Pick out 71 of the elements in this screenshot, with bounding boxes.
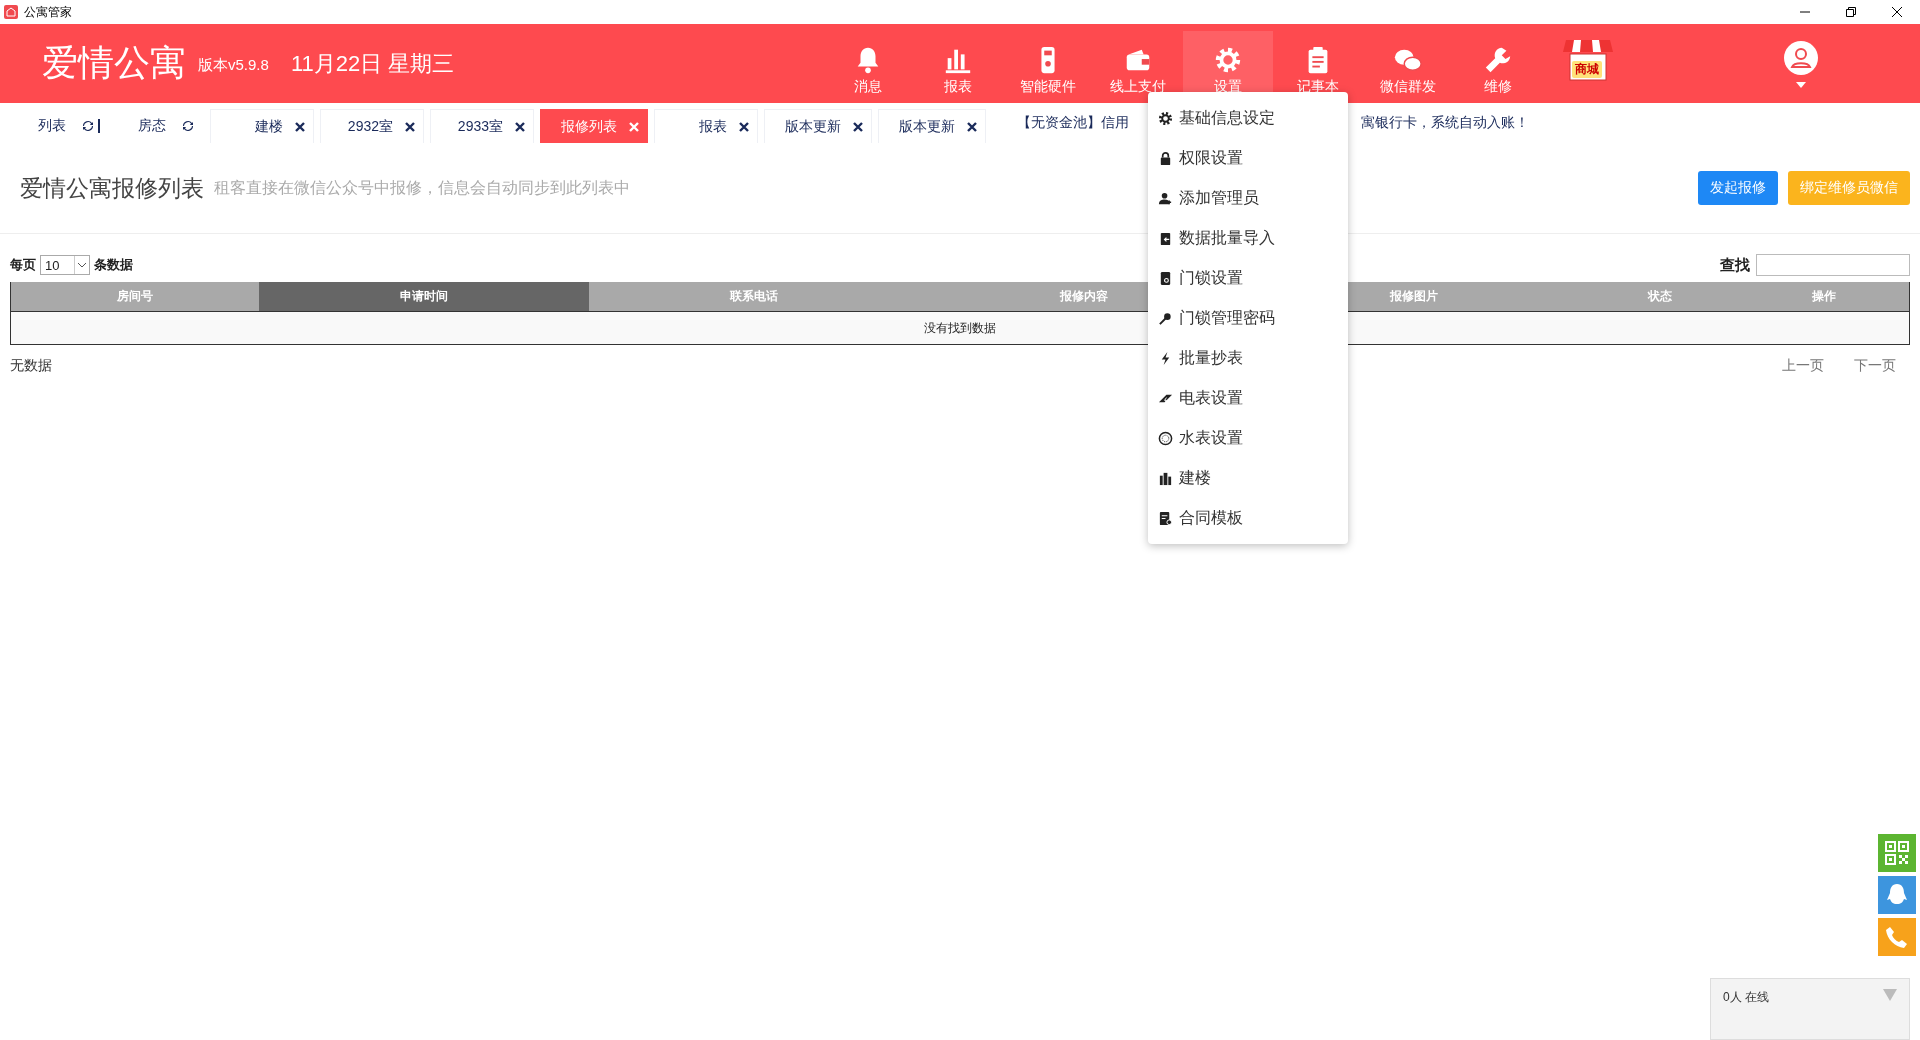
tab[interactable]: 2932室 — [320, 109, 424, 143]
cursor-bar-icon — [98, 119, 100, 133]
page-subtitle: 租客直接在微信公众号中报修，信息会自动同步到此列表中 — [214, 177, 630, 198]
prev-page-link[interactable]: 上一页 — [1782, 357, 1824, 375]
document-icon — [1158, 510, 1173, 526]
user-avatar-icon[interactable] — [1783, 39, 1820, 76]
page-size-select[interactable]: 10 — [40, 255, 90, 275]
menu-item[interactable]: 建楼 — [1148, 458, 1348, 498]
refresh-icon[interactable] — [82, 120, 94, 132]
menu-item[interactable]: 门锁设置 — [1148, 258, 1348, 298]
close-icon[interactable] — [739, 121, 749, 132]
import-icon — [1158, 230, 1173, 246]
app-icon — [4, 5, 18, 19]
close-icon[interactable] — [295, 121, 305, 132]
phone-button[interactable] — [1878, 918, 1916, 956]
user-add-icon — [1158, 190, 1173, 206]
menu-item[interactable]: 门锁管理密码 — [1148, 298, 1348, 338]
menu-item[interactable]: 批量抄表 — [1148, 338, 1348, 378]
tab[interactable]: 建楼 — [210, 109, 314, 143]
close-icon[interactable] — [405, 121, 415, 132]
nav-item[interactable]: 智能硬件 — [1003, 31, 1094, 103]
menu-item[interactable]: 权限设置 — [1148, 138, 1348, 178]
phone-icon — [1884, 924, 1910, 950]
tab[interactable]: 2933室 — [430, 109, 534, 143]
lock-icon — [1158, 150, 1173, 166]
qr-code-button[interactable] — [1878, 834, 1916, 872]
dial-icon — [1158, 430, 1173, 446]
menu-item[interactable]: 数据批量导入 — [1148, 218, 1348, 258]
close-icon[interactable] — [967, 121, 977, 132]
nav-item[interactable]: 报表 — [913, 31, 1004, 103]
tab[interactable]: 版本更新 — [878, 109, 986, 143]
nav-item[interactable]: 维修 — [1453, 31, 1544, 103]
table-info: 无数据 — [10, 357, 52, 375]
tab[interactable]: 报修列表 — [540, 109, 648, 143]
qr-code-icon — [1884, 840, 1910, 866]
action-button[interactable]: 发起报修 — [1698, 171, 1778, 205]
tab[interactable]: 报表 — [654, 109, 758, 143]
chat-button[interactable] — [1878, 876, 1916, 914]
online-count: 0人 在线 — [1723, 989, 1769, 1006]
column-header[interactable]: 申请时间 — [259, 282, 589, 311]
close-icon[interactable] — [515, 121, 525, 132]
menu-item[interactable]: 电表设置 — [1148, 378, 1348, 418]
date-label: 11月22日 星期三 — [290, 49, 455, 78]
shop-button[interactable]: 商城 — [1543, 31, 1634, 103]
door-lock-icon — [1158, 270, 1173, 286]
notice-text: 【无资金池】信用 — [1017, 114, 1129, 132]
app-logo: 爱情公寓 — [42, 42, 186, 85]
per-page-label: 每页 — [10, 256, 36, 274]
version-label: 版本v5.9.8 — [198, 56, 269, 75]
next-page-link[interactable]: 下一页 — [1854, 357, 1896, 375]
notice-text: 寓银行卡，系统自动入账！ — [1361, 114, 1529, 132]
page-title: 爱情公寓报修列表 — [20, 174, 204, 203]
nav-item[interactable]: 消息 — [823, 31, 914, 103]
menu-item[interactable]: 水表设置 — [1148, 418, 1348, 458]
restore-icon — [1846, 7, 1856, 17]
search-field[interactable] — [1756, 254, 1910, 276]
dropdown-icon — [74, 256, 89, 274]
close-icon — [1892, 7, 1902, 17]
caret-icon[interactable] — [1796, 81, 1807, 88]
close-icon[interactable] — [853, 121, 863, 132]
search-label: 查找 — [1720, 255, 1750, 275]
gear-icon — [1158, 110, 1173, 126]
key-icon — [1158, 310, 1173, 326]
window-title: 公寓管家 — [24, 3, 72, 21]
nav-item[interactable]: 微信群发 — [1363, 31, 1454, 103]
tab[interactable]: 版本更新 — [764, 109, 872, 143]
menu-item[interactable]: 添加管理员 — [1148, 178, 1348, 218]
per-page-suffix: 条数据 — [94, 256, 133, 274]
menu-item[interactable]: 合同模板 — [1148, 498, 1348, 538]
refresh-icon[interactable] — [182, 120, 194, 132]
building-icon — [1158, 470, 1173, 486]
